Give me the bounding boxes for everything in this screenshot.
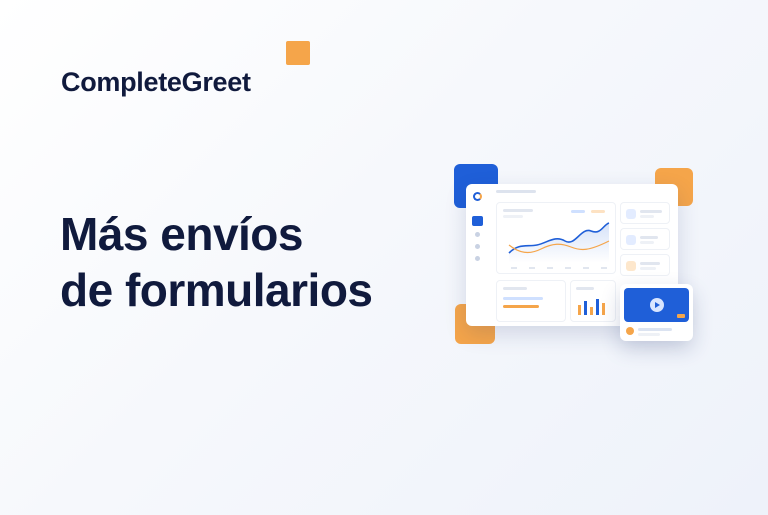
bar-chart-card (570, 280, 616, 322)
progress-card (496, 280, 566, 322)
brand-accent-square (286, 41, 310, 65)
logo-icon (473, 192, 482, 201)
nav-icon (472, 216, 483, 226)
dashboard-illustration (450, 160, 700, 350)
stat-card (620, 202, 670, 224)
headline-line-1: Más envíos (60, 208, 303, 260)
headline-line-2: de formularios (60, 264, 373, 316)
video-tag (677, 314, 685, 318)
document-icon (626, 261, 636, 271)
nav-dot (475, 256, 480, 261)
nav-dot (475, 244, 480, 249)
avatar (626, 327, 634, 335)
headline: Más envíos de formularios (60, 206, 373, 318)
bar-chart-icon (626, 235, 636, 245)
mini-sidebar (470, 188, 484, 322)
video-thumbnail (624, 288, 689, 322)
trend-chart-graphic (508, 222, 610, 269)
line-chart-card (496, 202, 616, 274)
stat-card (620, 228, 670, 250)
trend-icon (626, 209, 636, 219)
brand-logo-text: CompleteGreet (61, 67, 251, 97)
video-card (620, 284, 693, 341)
bar-chart-graphic (578, 299, 605, 315)
mini-topbar (496, 190, 536, 193)
stat-card (620, 254, 670, 276)
play-icon (650, 298, 664, 312)
nav-dot (475, 232, 480, 237)
